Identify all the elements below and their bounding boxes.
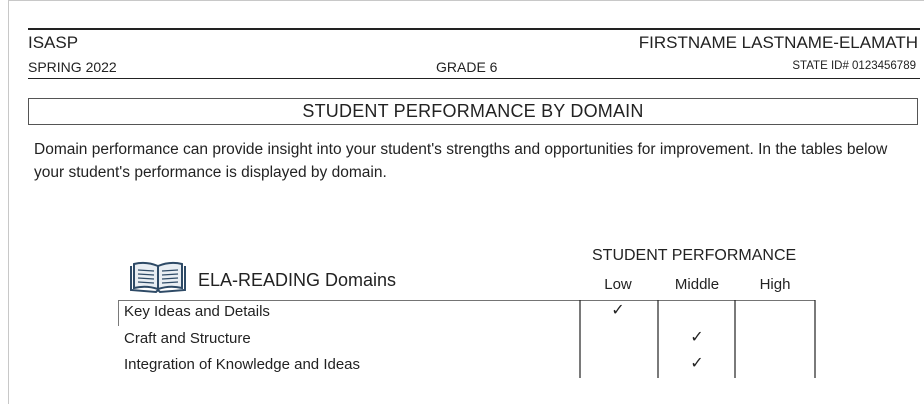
program-name: ISASP	[28, 33, 79, 52]
check-mark-icon: ✓	[611, 302, 625, 319]
student-name: FIRSTNAME LASTNAME-ELAMATH	[638, 33, 918, 52]
domain-row-label: Integration of Knowledge and Ideas	[124, 356, 361, 373]
test-term: SPRING 2022	[28, 59, 117, 75]
domain-heading: ELA-READING Domains	[198, 270, 397, 290]
open-book-icon	[128, 260, 188, 299]
level-header-middle: Middle	[674, 276, 720, 293]
check-mark-icon: ✓	[690, 329, 704, 346]
domain-row-label: Craft and Structure	[124, 330, 251, 347]
grade-label: GRADE 6	[436, 59, 498, 75]
domain-row-label: Key Ideas and Details	[124, 303, 270, 320]
performance-heading: STUDENT PERFORMANCE	[592, 247, 797, 264]
level-header-low: Low	[604, 276, 632, 293]
header-top-rule	[28, 28, 920, 30]
intro-paragraph: Domain performance can provide insight i…	[34, 141, 888, 181]
state-id: STATE ID# 0123456789	[792, 60, 916, 72]
section-title: STUDENT PERFORMANCE BY DOMAIN	[302, 101, 644, 121]
header-bottom-rule	[28, 78, 920, 79]
section-title-bar: STUDENT PERFORMANCE BY DOMAIN	[28, 98, 918, 125]
check-mark-icon: ✓	[690, 355, 704, 372]
level-header-high: High	[759, 276, 791, 293]
